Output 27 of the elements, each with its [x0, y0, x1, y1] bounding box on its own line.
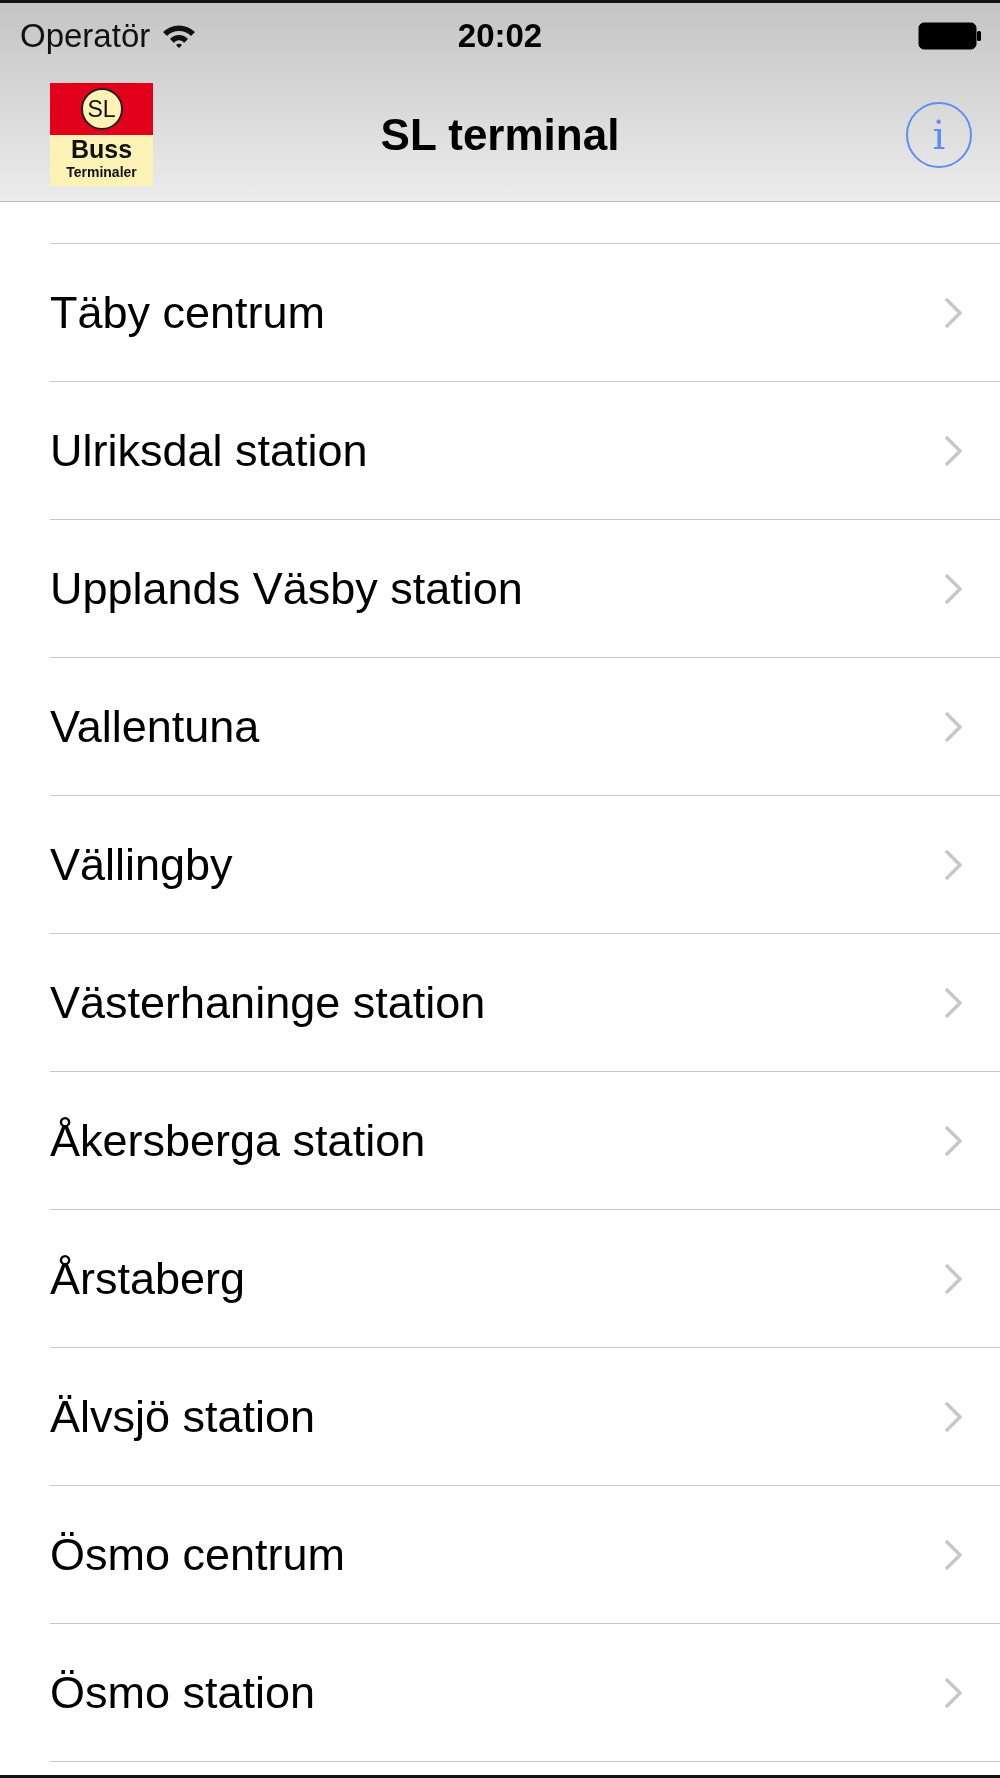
chevron-icon [944, 1124, 962, 1157]
chevron-icon [944, 572, 962, 605]
station-row[interactable]: Älvsjö station [50, 1348, 1000, 1486]
station-row[interactable]: Vällingby [50, 796, 1000, 934]
station-row[interactable]: Vallentuna [50, 658, 1000, 796]
station-row[interactable]: Årstaberg [50, 1210, 1000, 1348]
chevron-icon [944, 1538, 962, 1571]
station-row[interactable]: Upplands Väsby station [50, 520, 1000, 658]
chevron-icon [944, 1262, 962, 1295]
battery-icon [918, 21, 982, 50]
station-row[interactable]: Täby centrum [50, 244, 1000, 382]
station-row[interactable]: Åkersberga station [50, 1072, 1000, 1210]
chevron-icon [944, 296, 962, 329]
clock-time: 20:02 [457, 16, 543, 54]
chevron-icon [944, 848, 962, 881]
chevron-icon [944, 1400, 962, 1433]
screen-title: SL terminal [380, 109, 620, 159]
station-row[interactable]: Ulriksdal station [50, 382, 1000, 520]
station-row[interactable]: Ösmo station [50, 1624, 1000, 1762]
carrier-name: Operatör [20, 16, 151, 55]
app-logo: SL Buss Terminaler [50, 83, 153, 186]
chevron-icon [944, 1676, 962, 1709]
chevron-icon [944, 434, 962, 467]
station-row[interactable]: Ösmo centrum [50, 1486, 1000, 1624]
station-row[interactable]: Västerhaninge station [50, 934, 1000, 1072]
chevron-icon [944, 710, 962, 743]
chevron-icon [944, 986, 962, 1019]
